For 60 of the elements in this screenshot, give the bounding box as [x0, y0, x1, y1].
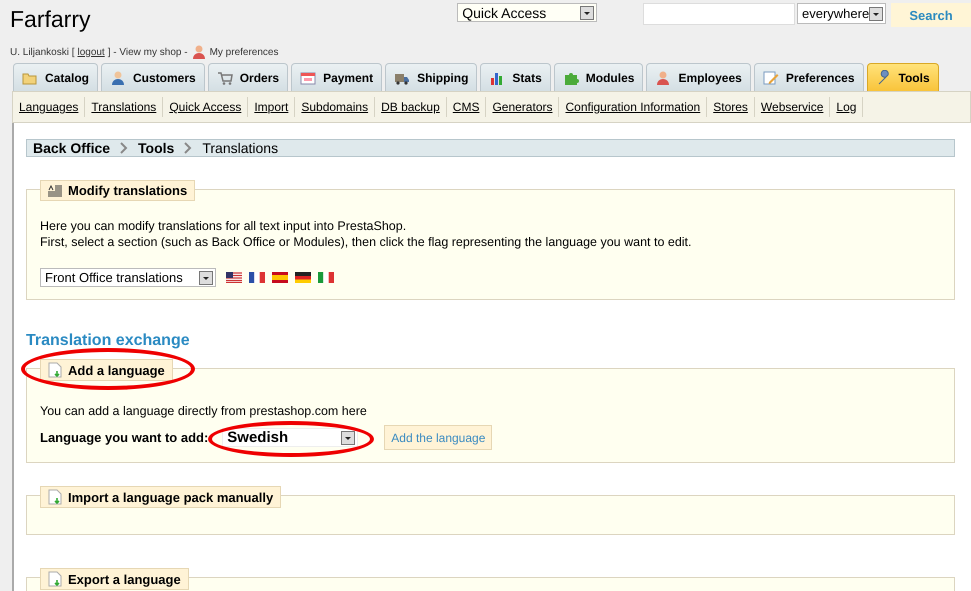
tab[interactable]: Catalog	[13, 63, 98, 91]
flag-icon[interactable]	[249, 272, 265, 283]
subtab-link[interactable]: CMS	[446, 97, 486, 117]
tab[interactable]: Shipping	[385, 63, 478, 91]
person-icon	[110, 70, 126, 86]
section-title: Export a language	[68, 572, 181, 586]
tab[interactable]: Customers	[101, 63, 205, 91]
user-name: U. Liljankoski [	[10, 46, 74, 58]
document-icon	[48, 362, 62, 378]
subtab-link[interactable]: Quick Access	[163, 97, 248, 117]
chevron-icon	[184, 142, 192, 154]
description-text: You can add a language directly from prestashop.com here	[40, 403, 368, 419]
search-scope-dropdown[interactable]: everywhere	[797, 3, 886, 24]
field-label: Language you want to add:	[40, 430, 208, 445]
card-icon	[300, 70, 316, 86]
subtab-link[interactable]: Translations	[85, 97, 164, 117]
section-dropdown[interactable]: Front Office translations	[40, 268, 216, 287]
flag-icon[interactable]	[295, 272, 311, 283]
tab[interactable]: Tools	[866, 63, 939, 91]
subtab-link[interactable]: DB backup	[375, 97, 447, 117]
search-button[interactable]: Search	[891, 3, 971, 27]
text-lines-icon	[48, 184, 62, 196]
flag-icon[interactable]	[226, 272, 242, 283]
document-icon	[48, 571, 62, 587]
subtab-link[interactable]: Languages	[13, 97, 86, 117]
section-heading: Translation exchange	[26, 332, 191, 350]
section-title: Modify translations	[68, 183, 188, 198]
person-icon	[190, 44, 207, 60]
description-text: Here you can modify translations for all text input into PrestaShop.	[40, 218, 408, 234]
subtab-link[interactable]: Import	[248, 97, 296, 117]
tab[interactable]: Stats	[480, 63, 551, 91]
subtab-link[interactable]: Subdomains	[295, 97, 376, 117]
tab[interactable]: Orders	[208, 63, 288, 91]
person-icon	[655, 70, 672, 86]
pencil-icon	[762, 70, 779, 86]
subtab-link[interactable]: Webservice	[754, 97, 830, 117]
chevron-icon	[120, 142, 128, 154]
subtab-link[interactable]: Generators	[486, 97, 560, 117]
shop-title: Farfarry	[10, 5, 92, 33]
tab[interactable]: Payment	[291, 63, 382, 91]
subtab-link[interactable]: Configuration Information	[559, 97, 708, 117]
subtab-link[interactable]: Stores	[707, 97, 755, 117]
subtab-link[interactable]: Log	[830, 97, 864, 117]
preferences-link[interactable]: My preferences	[210, 46, 278, 58]
breadcrumb-item: Translations	[202, 140, 278, 156]
section-title: Import a language pack manually	[68, 490, 274, 504]
view-shop-text: ] - View my shop -	[108, 46, 188, 58]
breadcrumb-item[interactable]: Back Office	[33, 140, 110, 156]
tab[interactable]: Employees	[646, 63, 751, 91]
language-dropdown[interactable]: Swedish	[222, 428, 358, 447]
document-icon	[48, 489, 62, 505]
quick-access-dropdown[interactable]: Quick Access	[457, 3, 597, 22]
tab[interactable]: Modules	[554, 63, 644, 91]
search-field[interactable]	[643, 3, 795, 25]
tab[interactable]: Preferences	[754, 63, 864, 91]
description-text: First, select a section (such as Back Office or Modules), then click the flag representing the language you want to edit.	[40, 234, 692, 250]
breadcrumb-item[interactable]: Tools	[138, 140, 174, 156]
logout-link[interactable]: logout	[77, 46, 105, 58]
section-title: Add a language	[68, 362, 165, 378]
cart-icon	[216, 70, 233, 86]
